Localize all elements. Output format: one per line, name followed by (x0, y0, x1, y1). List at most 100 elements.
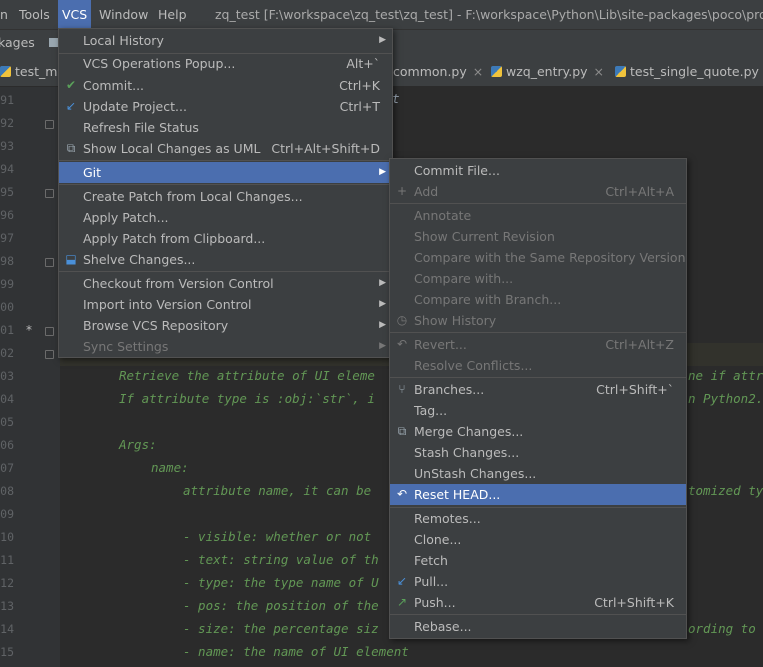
vcs-menu: Local History ▶ VCS Operations Popup... Al… (58, 28, 393, 358)
line-number: 91 (0, 93, 14, 107)
tab-common[interactable]: common.py × (393, 57, 483, 86)
line-number: 08 (0, 484, 14, 498)
menu-item-create-patch[interactable]: Create Patch from Local Changes... (59, 186, 392, 207)
menu-item-checkout-vcs[interactable]: Checkout from Version Control ▶ (59, 273, 392, 294)
menu-item-show-local-changes-uml[interactable]: ⧉ Show Local Changes as UML Ctrl+Alt+Shift… (59, 138, 392, 159)
tab-test-ma[interactable]: test_ma (0, 57, 65, 86)
menu-item-resolve-conflicts[interactable]: Resolve Conflicts... (390, 355, 686, 376)
menu-item-vcs-operations-popup[interactable]: VCS Operations Popup... Alt+` (59, 53, 392, 74)
docstring-line: ording to (688, 621, 756, 636)
fold-icon[interactable] (45, 189, 54, 198)
python-file-icon (0, 66, 11, 77)
line-number: 97 (0, 231, 14, 245)
separator (390, 332, 686, 333)
plus-icon: + (396, 184, 408, 198)
submenu-arrow-icon: ▶ (379, 341, 386, 351)
branch-icon: ⑂ (398, 382, 406, 396)
docstring-line: n Python2. (688, 391, 763, 406)
line-number: 11 (0, 553, 14, 567)
menu-item-compare-with[interactable]: Compare with... (390, 268, 686, 289)
menu-item-show-history[interactable]: ◷ Show History (390, 310, 686, 331)
menu-item-commit[interactable]: ✔ Commit... Ctrl+K (59, 75, 392, 96)
menu-item-fetch[interactable]: Fetch (390, 550, 686, 571)
menu-item-clone[interactable]: Clone... (390, 529, 686, 550)
menu-item-rebase[interactable]: Rebase... (390, 616, 686, 637)
docstring-line: - size: the percentage siz (183, 621, 379, 636)
docstring-line: If attribute type is :obj:`str`, i (119, 391, 375, 406)
docstring-line: tomized ty (688, 483, 763, 498)
docstring-line: - text: string value of th (183, 552, 379, 567)
menu-item-update-project[interactable]: ↙ Update Project... Ctrl+T (59, 96, 392, 117)
separator (59, 160, 392, 161)
menu-item-annotate[interactable]: Annotate (390, 205, 686, 226)
menu-item-add[interactable]: + Add Ctrl+Alt+A (390, 181, 686, 202)
menu-item-tag[interactable]: Tag... (390, 400, 686, 421)
submenu-arrow-icon: ▶ (379, 35, 386, 45)
line-number: 93 (0, 139, 14, 153)
menu-run[interactable]: n (0, 0, 12, 29)
fold-icon[interactable] (45, 327, 54, 336)
menu-item-revert[interactable]: ↶ Revert... Ctrl+Alt+Z (390, 334, 686, 355)
menu-item-git[interactable]: Git ▶ (59, 162, 392, 183)
tab-wzq-entry[interactable]: wzq_entry.py × (491, 57, 604, 86)
menu-item-show-current-revision[interactable]: Show Current Revision (390, 226, 686, 247)
menu-item-apply-patch-clipboard[interactable]: Apply Patch from Clipboard... (59, 228, 392, 249)
menu-item-merge-changes[interactable]: ⧉ Merge Changes... (390, 421, 686, 442)
menu-item-stash-changes[interactable]: Stash Changes... (390, 442, 686, 463)
menu-help[interactable]: Help (154, 0, 191, 29)
line-number: 09 (0, 507, 14, 521)
line-number: 04 (0, 392, 14, 406)
breadcrumb[interactable]: kages (0, 30, 35, 56)
menu-item-shelve-changes[interactable]: ⬓ Shelve Changes... (59, 249, 392, 270)
separator (390, 203, 686, 204)
pull-icon: ↙ (396, 574, 408, 588)
check-icon: ✔ (65, 78, 77, 92)
menu-item-push[interactable]: ↗ Push... Ctrl+Shift+K (390, 592, 686, 613)
push-icon: ↗ (396, 595, 408, 609)
line-number: 15 (0, 645, 14, 659)
line-number: 06 (0, 438, 14, 452)
menu-item-local-history[interactable]: Local History ▶ (59, 30, 392, 51)
close-icon[interactable]: × (473, 64, 483, 79)
menu-item-branches[interactable]: ⑂ Branches... Ctrl+Shift+` (390, 379, 686, 400)
gutter: 91 92 93 94 95 96 97 98 99 00 01 02 03 0… (0, 87, 60, 667)
line-number: 03 (0, 369, 14, 383)
menu-item-browse-vcs[interactable]: Browse VCS Repository ▶ (59, 315, 392, 336)
line-number: 07 (0, 461, 14, 475)
menu-item-apply-patch[interactable]: Apply Patch... (59, 207, 392, 228)
separator (390, 377, 686, 378)
docstring-line: - visible: whether or not (183, 529, 372, 544)
fold-icon[interactable] (45, 350, 54, 359)
tab-test-single-quote[interactable]: test_single_quote.py× (615, 57, 763, 86)
menu-item-unstash-changes[interactable]: UnStash Changes... (390, 463, 686, 484)
submenu-arrow-icon: ▶ (379, 320, 386, 330)
menu-item-compare-with-branch[interactable]: Compare with Branch... (390, 289, 686, 310)
menu-item-reset-head[interactable]: ↶ Reset HEAD... (390, 484, 686, 505)
code-fragment: t (392, 91, 400, 106)
line-number: 12 (0, 576, 14, 590)
close-icon[interactable]: × (594, 64, 604, 79)
uml-icon: ⧉ (66, 141, 76, 155)
menu-vcs[interactable]: VCS (58, 0, 92, 29)
python-file-icon (491, 66, 502, 77)
menu-item-remotes[interactable]: Remotes... (390, 508, 686, 529)
tab-label: common.py (393, 64, 467, 79)
menu-item-commit-file[interactable]: Commit File... (390, 160, 686, 181)
line-number: 00 (0, 300, 14, 314)
docstring-line: - pos: the position of the (183, 598, 379, 613)
menu-item-import-vcs[interactable]: Import into Version Control ▶ (59, 294, 392, 315)
fold-icon[interactable] (45, 258, 54, 267)
revert-icon: ↶ (396, 337, 408, 351)
menu-window[interactable]: Window (95, 0, 152, 29)
menu-item-sync-settings[interactable]: Sync Settings ▶ (59, 336, 392, 357)
menu-item-pull[interactable]: ↙ Pull... (390, 571, 686, 592)
menu-item-compare-same-repo[interactable]: Compare with the Same Repository Version (390, 247, 686, 268)
line-number: 94 (0, 162, 14, 176)
window-title: zq_test [F:\workspace\zq_test\zq_test] -… (215, 7, 763, 22)
docstring-line: - type: the type name of U (183, 575, 379, 590)
menu-tools[interactable]: Tools (15, 0, 54, 29)
line-number: 02 (0, 346, 14, 360)
menu-item-refresh-file-status[interactable]: Refresh File Status (59, 117, 392, 138)
fold-icon[interactable] (45, 120, 54, 129)
separator (59, 184, 392, 185)
